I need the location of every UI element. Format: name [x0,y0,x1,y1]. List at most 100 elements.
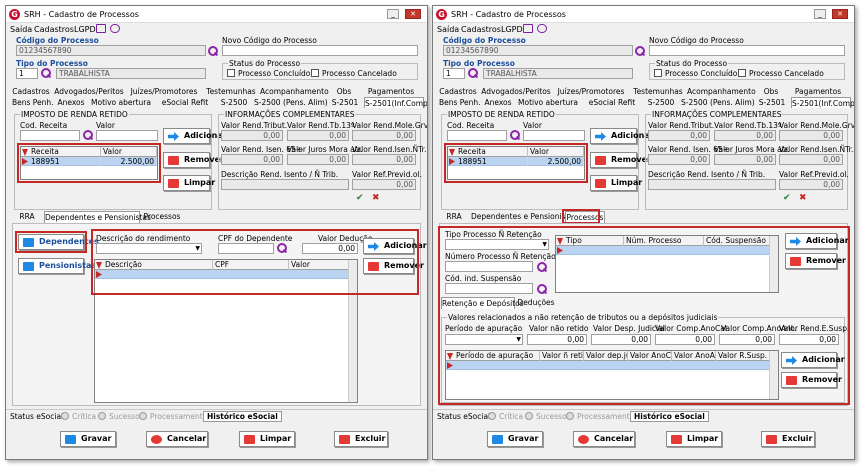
tab-advogados[interactable]: Advogados/Peritos [481,86,551,97]
tab-s2501[interactable]: S-2501 [757,97,787,108]
tab-advogados[interactable]: Advogados/Peritos [54,86,124,97]
tab-acompanhamento[interactable]: Acompanhamento [687,86,756,97]
menu-cadastros[interactable]: Cadastros [34,25,74,34]
search-icon[interactable] [41,68,51,78]
ref-previd-input[interactable]: 0,00 [779,179,843,190]
tab-anexos[interactable]: Anexos [56,97,86,108]
tab-anexos[interactable]: Anexos [483,97,513,108]
critica-radio[interactable] [61,412,69,420]
ir-remove-button[interactable]: Remover [590,152,651,168]
tab-pagamentos[interactable]: Pagamentos [787,86,849,97]
tab-motivo[interactable]: Motivo abertura [517,97,579,108]
historico-esocial-button[interactable]: Histórico eSocial [203,411,282,422]
cancelado-checkbox[interactable] [738,69,746,77]
limpar-button[interactable]: Limpar [239,431,295,447]
ir-add-button[interactable]: Adicionar [163,128,227,144]
tab-s2501[interactable]: S-2501 [330,97,360,108]
tab-dependentes[interactable]: Dependentes e Pensionistas [44,211,151,223]
tab-rra[interactable]: RRA [14,211,40,223]
isen-65-input[interactable]: 0,00 [648,154,710,165]
valor-input[interactable] [96,130,158,141]
novo-codigo-input[interactable] [222,45,418,56]
codigo-input[interactable]: 01234567890 [443,45,633,56]
tipo-code-input[interactable]: 1 [16,68,38,79]
gravar-button[interactable]: Gravar [487,431,543,447]
search-icon[interactable] [635,46,645,56]
rend-tribut-input[interactable]: 0,00 [221,130,283,141]
search-icon[interactable] [468,68,478,78]
menu-saida[interactable]: Saída [10,25,32,34]
cancelar-button[interactable]: Cancelar [573,431,635,447]
minimize-button[interactable]: _ [387,9,399,19]
gravar-button[interactable]: Gravar [60,431,116,447]
pensionistas-button[interactable]: Pensionistas [18,258,96,274]
isen-ntr-input[interactable]: 0,00 [779,154,843,165]
tab-obs[interactable]: Obs [759,86,783,97]
tab-cadastros[interactable]: Cadastros [439,86,477,97]
tab-testemunhas[interactable]: Testemunhas [206,86,256,97]
sucesso-radio[interactable] [525,412,533,420]
chat-icon[interactable] [110,24,120,33]
ir-clear-button[interactable]: Limpar [163,175,215,191]
isen-65-input[interactable]: 0,00 [221,154,283,165]
menu-lgpd[interactable]: LGPD [74,25,96,34]
rend-13-input[interactable]: 0,00 [287,130,349,141]
excluir-button[interactable]: Excluir [761,431,815,447]
tab-s2501-compl[interactable]: S-2501(Inf.Compl) [364,97,427,108]
mole-grv-input[interactable]: 0,00 [352,130,416,141]
cancelar-button[interactable]: Cancelar [146,431,208,447]
tab-esocial-refit[interactable]: eSocial Refit [583,97,641,108]
tab-pagamentos[interactable]: Pagamentos [360,86,422,97]
cancel-icon[interactable]: ✖ [372,194,381,203]
processamento-radio[interactable] [139,412,147,420]
tab-testemunhas[interactable]: Testemunhas [633,86,683,97]
cod-receita-input[interactable] [20,130,80,141]
juros-input[interactable]: 0,00 [287,154,349,165]
tab-motivo[interactable]: Motivo abertura [90,97,152,108]
search-icon[interactable] [83,130,93,140]
tab-s2500-pens[interactable]: S-2500 (Pens. Alim) [681,97,755,108]
tipo-code-input[interactable]: 1 [443,68,465,79]
codigo-input[interactable]: 01234567890 [16,45,206,56]
tab-bens[interactable]: Bens Penh. [439,97,481,108]
ir-remove-button[interactable]: Remover [163,152,224,168]
concluido-checkbox[interactable] [654,69,662,77]
desc-isento-input[interactable] [648,179,776,190]
tab-cadastros[interactable]: Cadastros [12,86,50,97]
close-button[interactable]: ✕ [405,9,421,19]
cancelado-checkbox[interactable] [311,69,319,77]
novo-codigo-input[interactable] [649,45,845,56]
confirm-icon[interactable]: ✔ [783,194,792,203]
limpar-button[interactable]: Limpar [666,431,722,447]
search-icon[interactable] [208,46,218,56]
ref-previd-input[interactable]: 0,00 [352,179,416,190]
tab-processos[interactable]: Processos [143,211,181,223]
valor-input[interactable] [523,130,585,141]
tab-juizes[interactable]: Juízes/Promotores [128,86,200,97]
menu-saida[interactable]: Saída [437,25,459,34]
monitor-icon[interactable] [96,24,106,33]
cancel-icon[interactable]: ✖ [799,194,808,203]
tab-bens[interactable]: Bens Penh. [12,97,54,108]
isen-ntr-input[interactable]: 0,00 [352,154,416,165]
tab-esocial-refit[interactable]: eSocial Refit [156,97,214,108]
concluido-checkbox[interactable] [227,69,235,77]
rend-13-input[interactable]: 0,00 [714,130,776,141]
tab-s2500-pens[interactable]: S-2500 (Pens. Alim) [254,97,328,108]
close-button[interactable]: ✕ [832,9,848,19]
search-icon[interactable] [510,130,520,140]
juros-input[interactable]: 0,00 [714,154,776,165]
tab-rra[interactable]: RRA [441,211,467,223]
ir-add-button[interactable]: Adicionar [590,128,654,144]
desc-isento-input[interactable] [221,179,349,190]
tab-s2500[interactable]: S-2500 [218,97,250,108]
critica-radio[interactable] [488,412,496,420]
tab-s2500[interactable]: S-2500 [645,97,677,108]
tab-s2501-compl[interactable]: S-2501(Inf.Compl) [791,97,854,108]
menu-cadastros[interactable]: Cadastros [461,25,501,34]
tab-dependentes[interactable]: Dependentes e Pensionistas [471,211,577,223]
confirm-icon[interactable]: ✔ [356,194,365,203]
tab-acompanhamento[interactable]: Acompanhamento [260,86,329,97]
ir-clear-button[interactable]: Limpar [590,175,642,191]
cod-receita-input[interactable] [447,130,507,141]
